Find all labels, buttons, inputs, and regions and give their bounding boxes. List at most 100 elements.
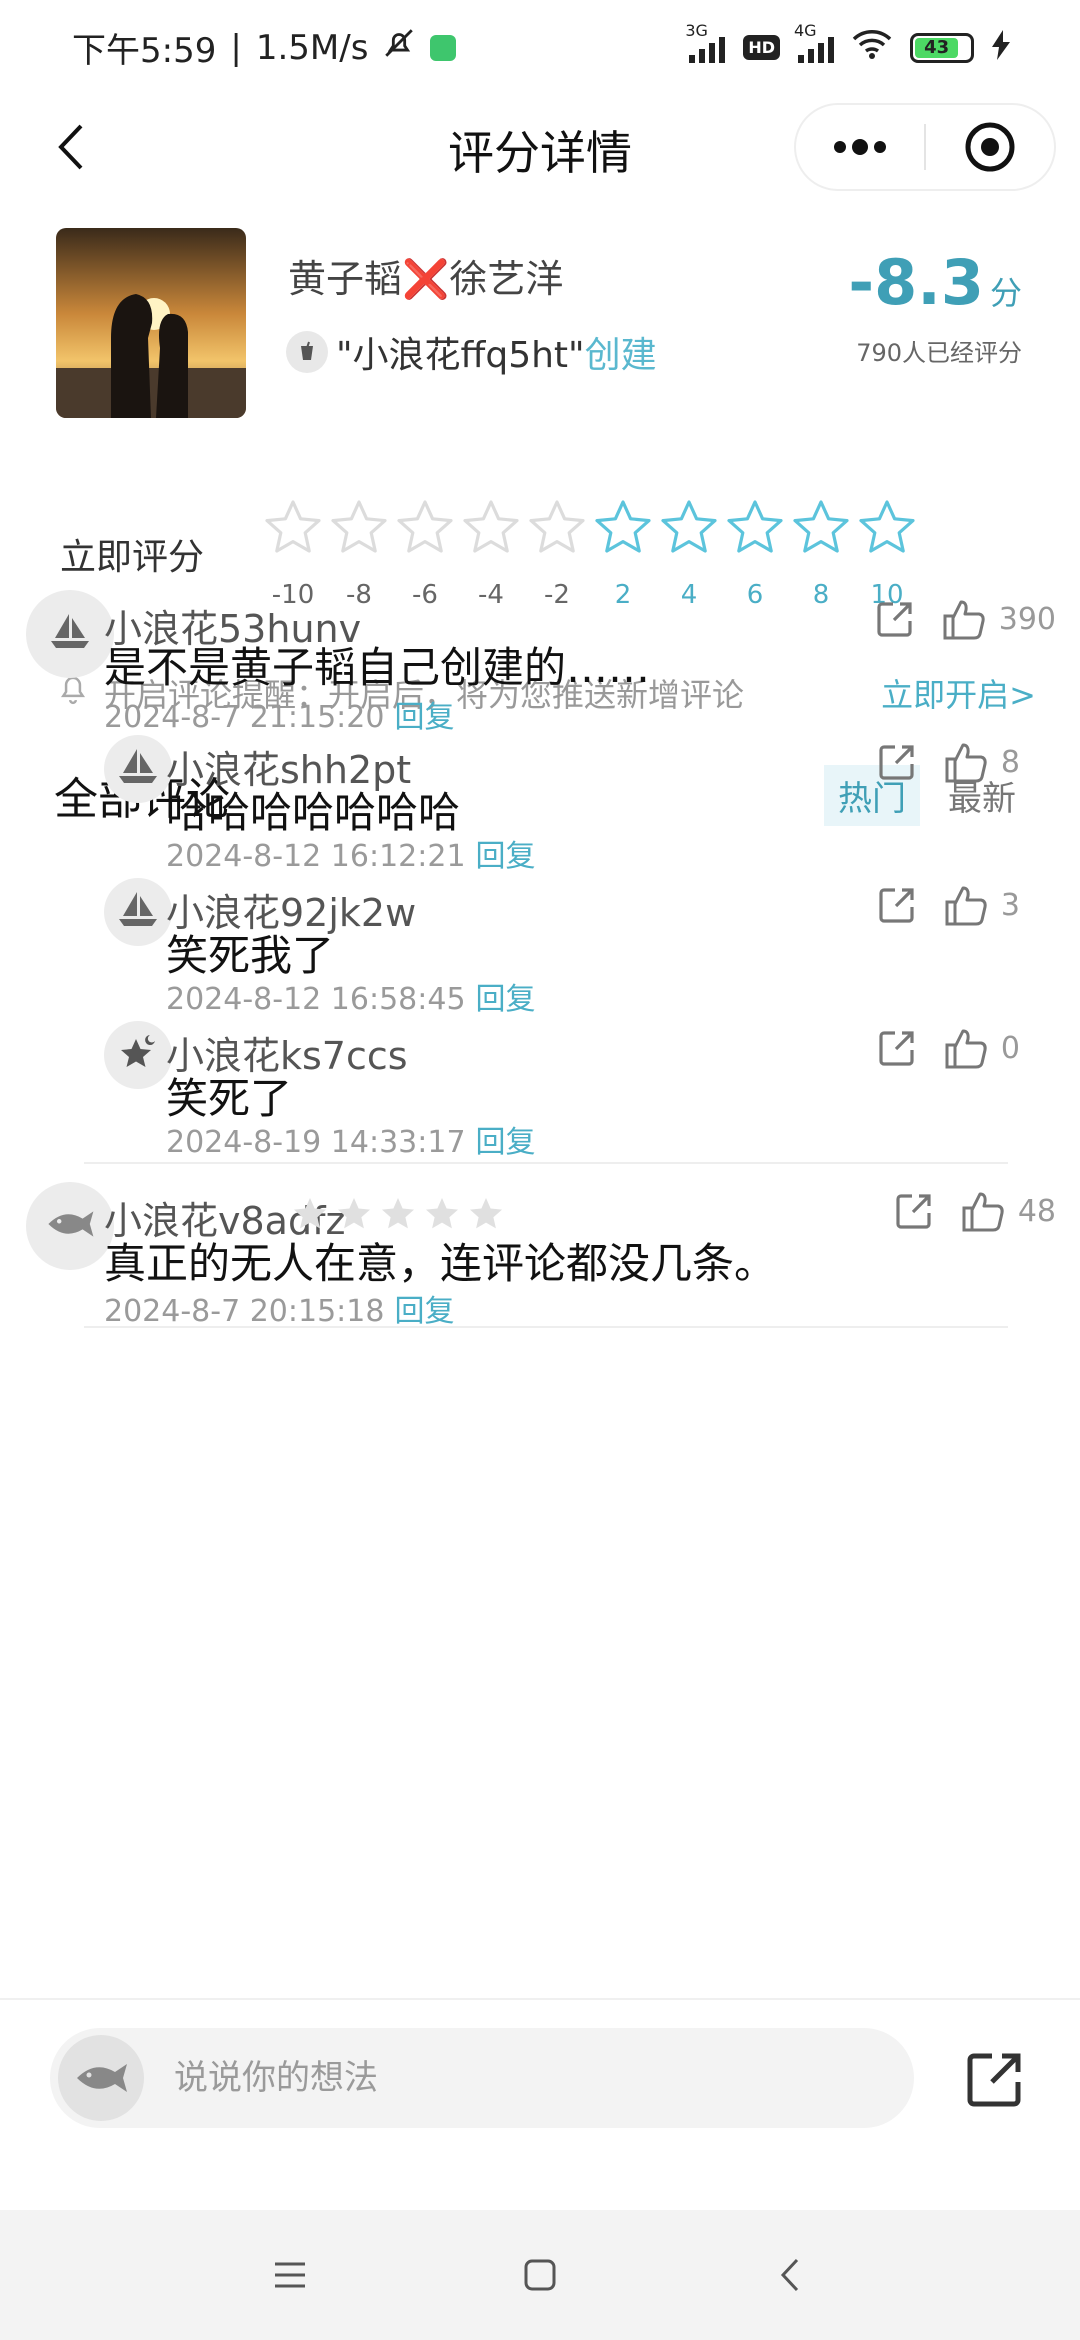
- share-icon[interactable]: [877, 742, 917, 782]
- reply-button[interactable]: 回复: [394, 700, 454, 735]
- more-dots-icon: [834, 139, 886, 155]
- status-time: 下午5:59: [72, 31, 217, 71]
- star-icon: [529, 500, 585, 553]
- comment-item: 小浪花53hunv 是不是黄子韬自己创建的…… 2024-8-7 21:15:20 回…: [0, 590, 1080, 735]
- signal-4g-icon: 4G: [794, 21, 834, 63]
- comment-meta: 2024-8-12 16:58:45 回复: [166, 974, 536, 1018]
- status-bar: 下午5:59 | 1.5M/s 3G HD 4G 43: [0, 0, 1080, 95]
- more-button[interactable]: [796, 105, 924, 189]
- chevron-left-icon: [58, 124, 83, 170]
- cup-icon: [286, 331, 328, 373]
- rating-info-card: 黄子韬❌徐艺洋 "小浪花ffq5ht" 创建 -8.3 分 790人已经评分: [30, 208, 1050, 438]
- score-value: -8.3: [848, 246, 984, 319]
- sailboat-icon: [115, 890, 161, 934]
- comment-meta: 2024-8-7 20:15:18 回复: [104, 1286, 454, 1330]
- menu-button[interactable]: [270, 2255, 310, 2295]
- star-icon: [595, 500, 651, 553]
- comment-divider: [84, 1326, 1008, 1328]
- comment-item: 小浪花v8adfz 真正的无人在意，连评论都没几条。 2024-8-7 20:15:…: [0, 1182, 1080, 1329]
- comment-input[interactable]: [174, 2058, 774, 2098]
- user-avatar[interactable]: [26, 1182, 114, 1270]
- share-button[interactable]: [962, 2048, 1026, 2112]
- share-icon[interactable]: [877, 885, 917, 925]
- like-count: 8: [1000, 744, 1020, 780]
- comment-time: 2024-8-12 16:58:45: [166, 982, 466, 1017]
- target-circle-icon: [965, 122, 1015, 172]
- hd-badge: HD: [743, 35, 780, 60]
- reply-button[interactable]: 回复: [476, 839, 536, 874]
- score-unit: 分: [989, 274, 1022, 312]
- share-icon[interactable]: [875, 599, 915, 639]
- mute-bell-icon: [382, 26, 416, 69]
- fish-icon: [58, 2035, 144, 2121]
- star-icon: [265, 500, 321, 553]
- system-navigation-bar: [0, 2210, 1080, 2340]
- user-avatar[interactable]: [104, 735, 172, 803]
- star-icon: [859, 500, 915, 553]
- sailboat-icon: [115, 747, 161, 791]
- like-icon[interactable]: [943, 739, 989, 785]
- reply-button[interactable]: 回复: [476, 982, 536, 1017]
- creator-action-label: 创建: [584, 335, 657, 376]
- user-avatar[interactable]: [104, 1021, 172, 1089]
- like-icon[interactable]: [941, 596, 987, 642]
- star-icon: [463, 500, 519, 553]
- app-notification-icon: [430, 34, 457, 61]
- star-icon: [331, 500, 387, 553]
- close-program-button[interactable]: [926, 105, 1054, 189]
- comment-meta: 2024-8-7 21:15:20 回复: [104, 692, 454, 736]
- like-icon[interactable]: [943, 1025, 989, 1071]
- status-speed: 1.5M/s: [255, 27, 369, 68]
- home-button[interactable]: [520, 2255, 560, 2295]
- comment-time: 2024-8-12 16:12:21: [166, 839, 466, 874]
- fish-icon: [43, 1206, 97, 1246]
- share-icon: [967, 2053, 1021, 2107]
- creator-line: "小浪花ffq5ht" 创建: [286, 326, 657, 378]
- comment-item: 小浪花92jk2w 笑死我了 2024-8-12 16:58:45 回复 3: [0, 878, 1080, 1018]
- reply-button[interactable]: 回复: [394, 1294, 454, 1329]
- score-block: -8.3 分 790人已经评分: [848, 246, 1022, 368]
- comment-time: 2024-8-7 21:15:20: [104, 700, 385, 735]
- like-icon[interactable]: [960, 1188, 1006, 1234]
- user-avatar[interactable]: [104, 878, 172, 946]
- system-back-button[interactable]: [770, 2255, 810, 2295]
- comment-actions: 390: [875, 596, 1056, 642]
- comment-actions: 8: [877, 739, 1020, 785]
- like-count: 3: [1000, 887, 1020, 923]
- star-icon: [793, 500, 849, 553]
- comment-input-pill: [50, 2028, 914, 2128]
- comment-input-bar: [0, 1998, 1080, 2210]
- square-home-icon: [524, 2259, 556, 2291]
- sailboat-icon: [47, 612, 93, 656]
- comment-meta: 2024-8-19 14:33:17 回复: [166, 1117, 536, 1161]
- signal-3g-icon: 3G: [685, 21, 726, 63]
- chevron-left-icon: [780, 2258, 799, 2292]
- back-button[interactable]: [40, 117, 100, 177]
- battery-icon: 43: [910, 32, 974, 63]
- rating-count: 790人已经评分: [856, 339, 1022, 367]
- rate-now-label: 立即评分: [60, 537, 205, 578]
- star-icon: [727, 500, 783, 553]
- comment-time: 2024-8-19 14:33:17: [166, 1125, 466, 1160]
- comment-actions: 48: [894, 1188, 1056, 1234]
- reply-button[interactable]: 回复: [476, 1125, 536, 1160]
- like-count: 390: [998, 601, 1056, 637]
- share-icon[interactable]: [877, 1028, 917, 1068]
- star-icon: [397, 500, 453, 553]
- like-icon[interactable]: [943, 882, 989, 928]
- share-icon[interactable]: [894, 1191, 934, 1231]
- star-moon-icon: [116, 1031, 160, 1079]
- cover-image: [56, 228, 246, 418]
- comment-divider: [84, 1162, 1008, 1164]
- comment-text: 真正的无人在意，连评论都没几条。: [104, 1239, 777, 1288]
- comment-item: 小浪花ks7ccs 笑死了 2024-8-19 14:33:17 回复 0: [0, 1021, 1080, 1161]
- creator-name[interactable]: "小浪花ffq5ht": [336, 326, 585, 378]
- comment-actions: 3: [877, 882, 1020, 928]
- mini-program-capsule: [794, 103, 1056, 191]
- wifi-icon: [852, 29, 892, 67]
- rating-title: 黄子韬❌徐艺洋: [288, 257, 564, 301]
- comment-meta: 2024-8-12 16:12:21 回复: [166, 831, 536, 875]
- comment-text: 是不是黄子韬自己创建的……: [104, 643, 651, 692]
- user-avatar[interactable]: [26, 590, 114, 678]
- comment-actions: 0: [877, 1025, 1020, 1071]
